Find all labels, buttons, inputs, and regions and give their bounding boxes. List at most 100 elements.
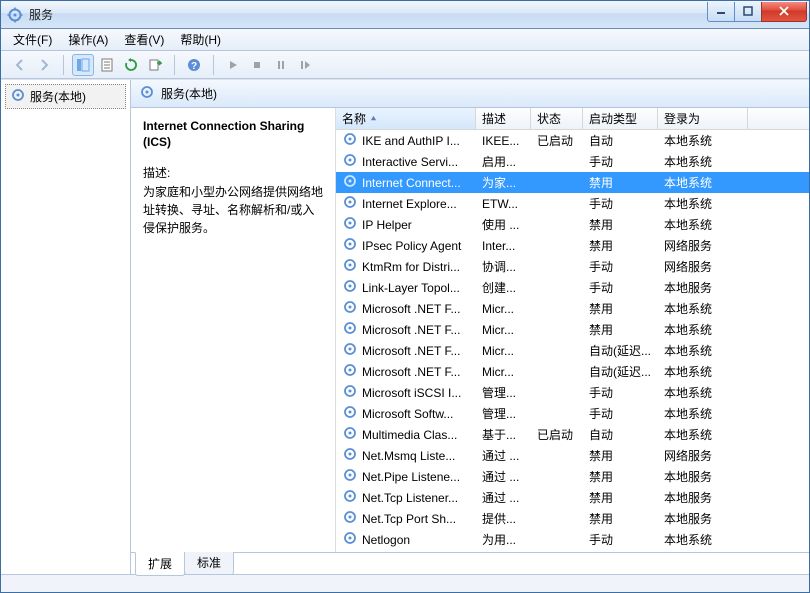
cell-name: KtmRm for Distri... xyxy=(336,257,476,276)
service-row[interactable]: IKE and AuthIP I...IKEE...已启动自动本地系统 xyxy=(336,130,809,151)
properties-button[interactable] xyxy=(96,54,118,76)
cell-start: 禁用 xyxy=(583,216,658,233)
column-desc[interactable]: 描述 xyxy=(476,108,531,129)
column-desc-label: 描述 xyxy=(482,110,506,127)
pause-service-button[interactable] xyxy=(270,54,292,76)
cell-name: Net.Pipe Listene... xyxy=(336,467,476,486)
column-name[interactable]: 名称 xyxy=(336,108,476,129)
cell-start: 禁用 xyxy=(583,468,658,485)
service-row[interactable]: IP Helper使用 ...禁用本地系统 xyxy=(336,214,809,235)
service-row[interactable]: KtmRm for Distri...协调...手动网络服务 xyxy=(336,256,809,277)
service-row[interactable]: Net.Msmq Liste...通过 ...禁用网络服务 xyxy=(336,445,809,466)
close-button[interactable] xyxy=(761,2,807,22)
gear-icon xyxy=(342,383,358,402)
minimize-button[interactable] xyxy=(707,2,735,22)
service-row[interactable]: Netlogon为用...手动本地系统 xyxy=(336,529,809,550)
cell-name: Link-Layer Topol... xyxy=(336,278,476,297)
menu-help[interactable]: 帮助(H) xyxy=(172,29,229,50)
cell-name: Net.Tcp Port Sh... xyxy=(336,509,476,528)
column-state[interactable]: 状态 xyxy=(531,108,583,129)
service-row[interactable]: Internet Explore...ETW...手动本地系统 xyxy=(336,193,809,214)
service-row[interactable]: Multimedia Clas...基于...已启动自动本地系统 xyxy=(336,424,809,445)
cell-logon: 本地系统 xyxy=(658,384,748,401)
help-button[interactable]: ? xyxy=(183,54,205,76)
cell-name: IKE and AuthIP I... xyxy=(336,131,476,150)
cell-start: 手动 xyxy=(583,279,658,296)
menu-action[interactable]: 操作(A) xyxy=(60,29,116,50)
tab-standard[interactable]: 标准 xyxy=(184,552,234,575)
tree-root-item[interactable]: 服务(本地) xyxy=(5,84,126,109)
gear-icon xyxy=(342,173,358,192)
gear-icon xyxy=(342,404,358,423)
column-state-label: 状态 xyxy=(537,110,561,127)
service-row[interactable]: Link-Layer Topol...创建...手动本地服务 xyxy=(336,277,809,298)
gear-icon xyxy=(342,278,358,297)
service-row[interactable]: Microsoft .NET F...Micr...自动(延迟...本地系统 xyxy=(336,340,809,361)
tabstrip: 扩展 标准 xyxy=(131,552,809,574)
menu-view[interactable]: 查看(V) xyxy=(116,29,172,50)
cell-name: Net.Tcp Listener... xyxy=(336,488,476,507)
forward-button[interactable] xyxy=(33,54,55,76)
maximize-button[interactable] xyxy=(734,2,762,22)
cell-desc: Micr... xyxy=(476,365,531,379)
cell-logon: 本地系统 xyxy=(658,300,748,317)
cell-desc: 提供... xyxy=(476,510,531,527)
column-logon-label: 登录为 xyxy=(664,110,700,127)
content: Internet Connection Sharing (ICS) 描述: 为家… xyxy=(131,108,809,552)
service-row[interactable]: Internet Connect...为家...禁用本地系统 xyxy=(336,172,809,193)
service-row[interactable]: Microsoft .NET F...Micr...禁用本地系统 xyxy=(336,319,809,340)
sort-asc-icon xyxy=(370,115,377,122)
cell-start: 禁用 xyxy=(583,321,658,338)
service-row[interactable]: Interactive Servi...启用...手动本地系统 xyxy=(336,151,809,172)
refresh-button[interactable] xyxy=(120,54,142,76)
cell-logon: 网络服务 xyxy=(658,447,748,464)
cell-desc: Micr... xyxy=(476,302,531,316)
service-row[interactable]: Net.Pipe Listene...通过 ...禁用本地服务 xyxy=(336,466,809,487)
cell-start: 禁用 xyxy=(583,510,658,527)
restart-service-button[interactable] xyxy=(294,54,316,76)
cell-state: 已启动 xyxy=(531,132,583,149)
cell-desc: 使用 ... xyxy=(476,216,531,233)
services-window: 服务 文件(F) 操作(A) 查看(V) 帮助(H) ? xyxy=(0,0,810,593)
window-controls xyxy=(708,2,807,22)
export-button[interactable] xyxy=(144,54,166,76)
header-strip: 服务(本地) xyxy=(131,80,809,108)
service-row[interactable]: Microsoft .NET F...Micr...禁用本地系统 xyxy=(336,298,809,319)
start-service-button[interactable] xyxy=(222,54,244,76)
back-button[interactable] xyxy=(9,54,31,76)
gear-icon xyxy=(342,131,358,150)
cell-start: 禁用 xyxy=(583,300,658,317)
cell-state: 已启动 xyxy=(531,426,583,443)
menu-file[interactable]: 文件(F) xyxy=(5,29,60,50)
cell-start: 手动 xyxy=(583,405,658,422)
service-row[interactable]: Microsoft Softw...管理...手动本地系统 xyxy=(336,403,809,424)
show-tree-button[interactable] xyxy=(72,54,94,76)
cell-logon: 本地系统 xyxy=(658,342,748,359)
tab-extended[interactable]: 扩展 xyxy=(135,552,185,576)
cell-name: Netlogon xyxy=(336,530,476,549)
cell-desc: 通过 ... xyxy=(476,489,531,506)
service-row[interactable]: IPsec Policy AgentInter...禁用网络服务 xyxy=(336,235,809,256)
stop-service-button[interactable] xyxy=(246,54,268,76)
service-row[interactable]: Microsoft .NET F...Micr...自动(延迟...本地系统 xyxy=(336,361,809,382)
cell-start: 自动 xyxy=(583,426,658,443)
gear-icon xyxy=(10,87,26,106)
cell-start: 自动(延迟... xyxy=(583,342,658,359)
cell-name: Net.Msmq Liste... xyxy=(336,446,476,465)
gear-icon xyxy=(342,215,358,234)
gear-icon xyxy=(342,446,358,465)
column-headers: 名称 描述 状态 启动类型 登录为 xyxy=(336,108,809,130)
service-row[interactable]: Microsoft iSCSI I...管理...手动本地系统 xyxy=(336,382,809,403)
column-logon[interactable]: 登录为 xyxy=(658,108,748,129)
column-start[interactable]: 启动类型 xyxy=(583,108,658,129)
cell-logon: 本地系统 xyxy=(658,321,748,338)
service-row[interactable]: Net.Tcp Listener...通过 ...禁用本地服务 xyxy=(336,487,809,508)
service-row[interactable]: Net.Tcp Port Sh...提供... 禁用本地服务 xyxy=(336,508,809,529)
cell-start: 禁用 xyxy=(583,447,658,464)
cell-logon: 本地服务 xyxy=(658,510,748,527)
cell-name: Internet Connect... xyxy=(336,173,476,192)
cell-logon: 本地系统 xyxy=(658,132,748,149)
cell-start: 手动 xyxy=(583,384,658,401)
gear-icon xyxy=(342,236,358,255)
cell-name: Interactive Servi... xyxy=(336,152,476,171)
